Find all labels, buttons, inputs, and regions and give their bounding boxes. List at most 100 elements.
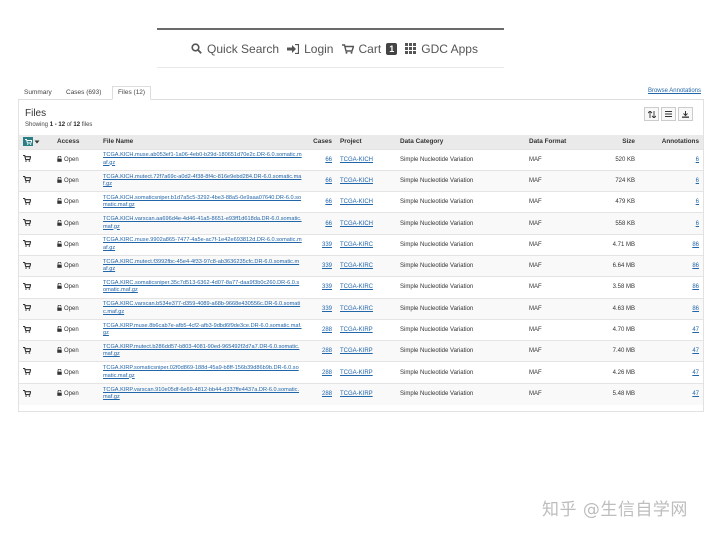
- data-category-cell: Simple Nucleotide Variation: [396, 318, 525, 341]
- list-icon: [665, 111, 672, 117]
- project-link[interactable]: TCGA-KIRC: [340, 306, 373, 312]
- add-to-cart-button[interactable]: [23, 176, 32, 185]
- access-value: Open: [64, 177, 79, 184]
- gdc-apps-button[interactable]: GDC Apps: [405, 42, 478, 56]
- col-file-name[interactable]: File Name: [99, 135, 306, 149]
- cart-button[interactable]: Cart 1: [341, 41, 398, 56]
- file-name-link[interactable]: TCGA.KICH.mutect.72f7a69c-a0d2-4f38-8f4c…: [103, 174, 302, 189]
- access-cell: Open: [53, 297, 99, 320]
- column-list-button[interactable]: [661, 107, 676, 121]
- cart-icon: [23, 282, 32, 292]
- col-project[interactable]: Project: [336, 135, 396, 149]
- project-link[interactable]: TCGA-KICH: [340, 199, 373, 205]
- annotations-link[interactable]: 47: [692, 391, 699, 397]
- cases-link[interactable]: 66: [325, 178, 332, 184]
- file-name-link[interactable]: TCGA.KIRP.mutect.b286dd57-b803-4081-90ed…: [103, 344, 302, 359]
- watermark-text: 知乎 @生信自学网: [542, 500, 688, 520]
- cases-link[interactable]: 339: [322, 306, 332, 312]
- project-link[interactable]: TCGA-KICH: [340, 221, 373, 227]
- annotations-link[interactable]: 47: [692, 348, 699, 354]
- project-cell: TCGA-KIRP: [336, 382, 396, 405]
- annotations-link[interactable]: 6: [696, 178, 699, 184]
- table-row: Open TCGA.KIRP.muse.8b6cab7e-afb5-4cf2-af…: [19, 318, 703, 341]
- add-to-cart-button[interactable]: [23, 389, 32, 399]
- add-to-cart-button[interactable]: [23, 368, 32, 377]
- add-to-cart-button[interactable]: [23, 325, 32, 335]
- cases-link[interactable]: 66: [325, 199, 332, 205]
- cases-link[interactable]: 66: [325, 157, 332, 163]
- add-to-cart-cell: [19, 212, 53, 235]
- project-link[interactable]: TCGA-KIRP: [340, 348, 373, 354]
- data-category-cell: Simple Nucleotide Variation: [396, 148, 525, 171]
- tab-cases[interactable]: Cases (693): [60, 86, 107, 100]
- file-name-link[interactable]: TCGA.KIRP.muse.8b6cab7e-afb5-4cf2-afb3-9…: [103, 323, 302, 338]
- data-format-cell: MAF: [525, 254, 595, 277]
- project-link[interactable]: TCGA-KIRP: [340, 327, 373, 333]
- col-access[interactable]: Access: [53, 135, 99, 149]
- cases-link[interactable]: 288: [322, 391, 332, 397]
- sort-button[interactable]: [644, 107, 659, 121]
- col-cases[interactable]: Cases: [306, 135, 336, 149]
- cases-cell: 66: [306, 212, 336, 235]
- col-annotations[interactable]: Annotations: [639, 135, 703, 149]
- download-button[interactable]: [678, 107, 693, 121]
- cases-link[interactable]: 339: [322, 242, 332, 248]
- file-name-link[interactable]: TCGA.KIRP.varscan.910e05df-6e69-4812-bb4…: [103, 387, 302, 402]
- file-name-link[interactable]: TCGA.KICH.somaticsniper.b1d7a5c5-3292-4b…: [103, 195, 302, 210]
- access-value: Open: [64, 241, 79, 248]
- showing-prefix: Showing: [25, 122, 50, 128]
- file-name-link[interactable]: TCGA.KICH.muse.ab053ef1-1a06-4eb0-b29d-1…: [103, 152, 302, 167]
- annotations-link[interactable]: 6: [696, 221, 699, 227]
- add-to-cart-button[interactable]: [23, 346, 32, 356]
- add-to-cart-button[interactable]: [23, 240, 32, 249]
- tab-files[interactable]: Files (12): [112, 86, 152, 100]
- file-name-link[interactable]: TCGA.KIRP.somaticsniper.02f0d869-188d-45…: [103, 365, 302, 380]
- col-data-format[interactable]: Data Format: [525, 135, 595, 149]
- cart-label: Cart: [358, 41, 382, 56]
- col-size[interactable]: Size: [595, 135, 639, 149]
- annotations-link[interactable]: 47: [692, 327, 699, 333]
- project-link[interactable]: TCGA-KICH: [340, 178, 373, 184]
- cases-link[interactable]: 288: [322, 348, 332, 354]
- cases-link[interactable]: 339: [322, 284, 332, 290]
- cases-link[interactable]: 339: [322, 263, 332, 269]
- select-all-cart-cell[interactable]: [19, 135, 53, 149]
- annotations-link[interactable]: 6: [696, 199, 699, 205]
- annotations-link[interactable]: 6: [696, 157, 699, 163]
- annotations-link[interactable]: 86: [692, 306, 699, 312]
- cases-link[interactable]: 288: [322, 370, 332, 376]
- access-cell: Open: [53, 169, 99, 192]
- project-link[interactable]: TCGA-KIRP: [340, 391, 373, 397]
- add-to-cart-button[interactable]: [23, 197, 32, 207]
- cases-link[interactable]: 66: [325, 221, 332, 227]
- add-to-cart-button[interactable]: [23, 218, 32, 228]
- annotations-link[interactable]: 86: [692, 284, 699, 290]
- browse-annotations-link[interactable]: Browse Annotations: [648, 88, 701, 94]
- file-name-link[interactable]: TCGA.KIRC.muse.9902a865-7477-4a5e-ac7f-1…: [103, 237, 302, 252]
- annotations-link[interactable]: 47: [692, 370, 699, 376]
- annotations-link[interactable]: 86: [692, 263, 699, 269]
- col-data-category[interactable]: Data Category: [396, 135, 525, 149]
- select-all-cart-button[interactable]: [23, 137, 40, 146]
- project-link[interactable]: TCGA-KIRC: [340, 284, 373, 290]
- file-name-cell: TCGA.KIRC.somaticsniper.35c7d513-6362-4d…: [99, 276, 306, 299]
- project-link[interactable]: TCGA-KIRC: [340, 242, 373, 248]
- project-link[interactable]: TCGA-KIRC: [340, 263, 373, 269]
- project-cell: TCGA-KIRC: [336, 297, 396, 320]
- file-name-link[interactable]: TCGA.KICH.varscan.aa696d4e-4d46-41a5-865…: [103, 216, 302, 231]
- add-to-cart-button[interactable]: [23, 282, 32, 292]
- annotations-link[interactable]: 86: [692, 242, 699, 248]
- file-name-link[interactable]: TCGA.KIRC.mutect.f3992fbc-45e4-4f33-97c8…: [103, 259, 302, 274]
- file-name-link[interactable]: TCGA.KIRC.varscan.b534e377-d359-4089-a68…: [103, 301, 302, 316]
- quick-search-button[interactable]: Quick Search: [191, 42, 279, 56]
- add-to-cart-button[interactable]: [23, 155, 32, 164]
- project-link[interactable]: TCGA-KICH: [340, 157, 373, 163]
- file-name-link[interactable]: TCGA.KIRC.somaticsniper.35c7d513-6362-4d…: [103, 280, 302, 295]
- download-icon: [682, 110, 689, 118]
- add-to-cart-button[interactable]: [23, 261, 32, 271]
- login-button[interactable]: Login: [287, 42, 333, 56]
- tab-summary[interactable]: Summary: [18, 86, 58, 100]
- cases-link[interactable]: 288: [322, 327, 332, 333]
- add-to-cart-button[interactable]: [23, 304, 32, 313]
- project-link[interactable]: TCGA-KIRP: [340, 370, 373, 376]
